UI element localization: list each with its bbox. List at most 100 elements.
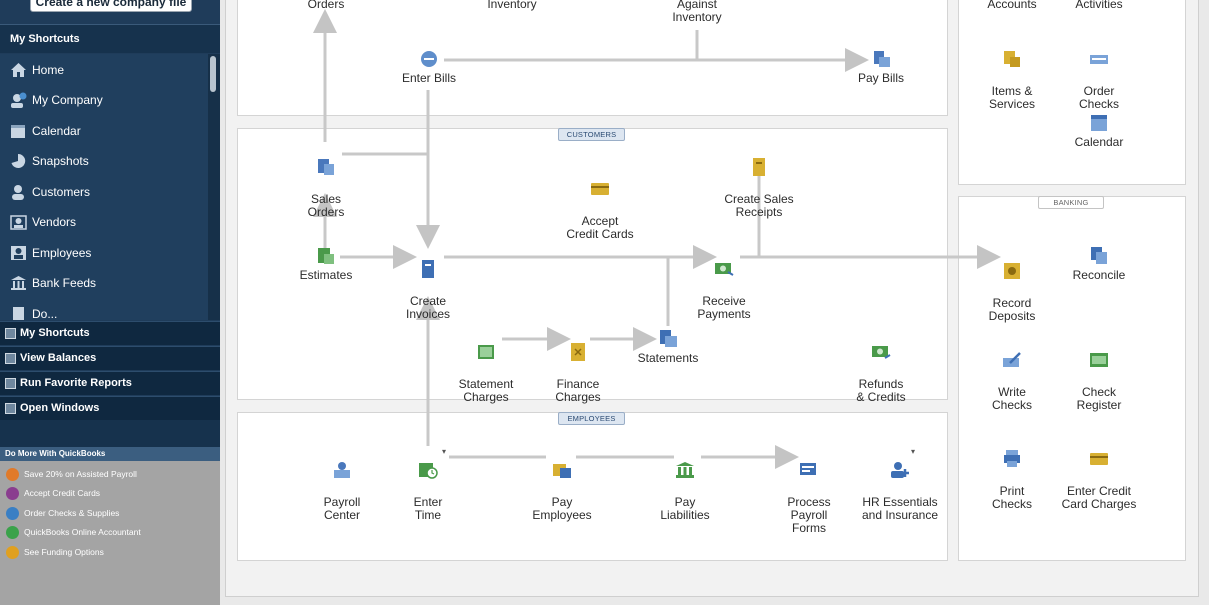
pay-bills-label: Pay Bills <box>857 71 904 85</box>
create-sales-receipts-label: Create Sales Receipts <box>724 192 794 219</box>
plus-icon <box>6 526 19 539</box>
refunds-credits-label: Refunds & Credits <box>856 377 906 404</box>
reconcile-button[interactable]: Reconcile <box>1061 247 1137 282</box>
section-view-balances[interactable]: View Balances <box>0 346 220 370</box>
calendar-button[interactable]: Calendar <box>1061 114 1137 149</box>
credit-card-icon <box>6 487 19 500</box>
payroll-center-button[interactable]: Payroll Center <box>302 448 382 522</box>
sidebar-item-bank-feeds[interactable]: Bank Feeds <box>0 268 208 298</box>
payroll-center-label: Payroll Center <box>323 495 361 522</box>
section-run-favorite-reports[interactable]: Run Favorite Reports <box>0 371 220 395</box>
write-checks-button[interactable]: Write Checks <box>974 338 1050 412</box>
accept-credit-cards-button[interactable]: Accept Credit Cards <box>550 167 650 241</box>
dollar-icon <box>6 546 19 559</box>
enter-time-icon <box>419 463 438 479</box>
payroll-forms-icon <box>800 463 816 475</box>
chart-of-accounts-label: Accounts <box>987 0 1037 11</box>
enter-time-dropdown-icon[interactable]: ▾ <box>442 447 446 456</box>
sales-receipt-icon <box>753 158 765 176</box>
enter-bills-button[interactable]: Enter Bills <box>390 50 468 85</box>
sidebar-item-label: Employees <box>32 246 92 260</box>
payroll-plus-icon <box>6 468 19 481</box>
finance-charges-button[interactable]: Finance Charges <box>538 330 618 404</box>
pay-employees-button[interactable]: Pay Employees <box>520 448 604 522</box>
check-register-label: Check Register <box>1076 385 1122 412</box>
sales-orders-icon <box>318 159 334 175</box>
sidebar-item-home[interactable]: Home <box>0 55 208 85</box>
check-register-icon <box>1090 353 1108 367</box>
receive-payments-button[interactable]: Receive Payments <box>682 247 766 321</box>
estimates-button[interactable]: Estimates <box>288 247 364 282</box>
snapshots-icon <box>11 153 26 168</box>
finance-charges-icon <box>571 343 585 361</box>
enter-time-button[interactable]: Enter Time <box>390 448 466 522</box>
section-open-windows[interactable]: Open Windows <box>0 396 220 420</box>
sidebar-item-employees[interactable]: Employees <box>0 238 208 268</box>
receive-inventory-button[interactable]: Inventory <box>470 0 554 11</box>
do-more-label: Save 20% on Assisted Payroll <box>24 469 137 479</box>
calendar-icon <box>11 125 25 138</box>
process-payroll-forms-label: Process Payroll Forms <box>787 495 831 535</box>
create-invoices-label: Create Invoices <box>405 294 451 321</box>
pay-liabilities-button[interactable]: Pay Liabilities <box>645 448 725 522</box>
estimates-label: Estimates <box>299 268 353 282</box>
record-deposits-button[interactable]: Record Deposits <box>974 249 1050 323</box>
create-sales-receipts-button[interactable]: Create Sales Receipts <box>710 145 808 219</box>
section-label: View Balances <box>20 352 97 364</box>
sidebar-item-snapshots[interactable]: Snapshots <box>0 146 208 176</box>
do-more-item-payroll[interactable]: Save 20% on Assisted Payroll <box>0 465 220 483</box>
order-checks-button[interactable]: Order Checks <box>1061 37 1137 111</box>
enter-credit-card-charges-button[interactable]: Enter Credit Card Charges <box>1056 437 1142 511</box>
section-my-shortcuts[interactable]: My Shortcuts <box>0 321 220 345</box>
record-deposits-label: Record Deposits <box>988 296 1036 323</box>
estimates-icon <box>318 248 334 264</box>
receive-inventory-label: Inventory <box>487 0 537 11</box>
do-more-label: Accept Credit Cards <box>24 488 101 498</box>
hr-essentials-button[interactable]: HR Essentials and Insurance <box>852 448 948 522</box>
reconcile-icon <box>1091 247 1107 264</box>
vendors-icon <box>10 215 27 230</box>
home-icon <box>11 63 26 77</box>
section-label: My Shortcuts <box>20 327 90 339</box>
check-register-button[interactable]: Check Register <box>1061 338 1137 412</box>
shortcut-scrollbar[interactable] <box>208 54 220 320</box>
sidebar-item-my-company[interactable]: My Company <box>0 85 208 115</box>
print-checks-button[interactable]: Print Checks <box>974 437 1050 511</box>
refunds-credits-button[interactable]: Refunds & Credits <box>840 330 922 404</box>
hr-dropdown-icon[interactable]: ▾ <box>911 447 915 456</box>
do-more-item-credit-cards[interactable]: Accept Credit Cards <box>0 484 220 502</box>
reconcile-label: Reconcile <box>1072 268 1126 282</box>
pay-employees-icon <box>553 464 571 478</box>
do-more-item-qbo-accountant[interactable]: QuickBooks Online Accountant <box>0 523 220 541</box>
enter-bills-against-inventory-button[interactable]: Against Inventory <box>657 0 737 24</box>
sidebar-item-vendors[interactable]: Vendors <box>0 207 208 237</box>
statement-charges-icon <box>478 345 494 359</box>
create-invoices-button[interactable]: Create Invoices <box>388 247 468 321</box>
sidebar-item-label: Snapshots <box>32 154 89 168</box>
sidebar-item-calendar[interactable]: Calendar <box>0 116 208 146</box>
docs-icon <box>13 307 24 320</box>
section-label: Run Favorite Reports <box>20 377 132 389</box>
purchase-orders-label: Orders <box>307 0 345 11</box>
do-more-item-order-checks[interactable]: Order Checks & Supplies <box>0 504 220 522</box>
statement-charges-button[interactable]: Statement Charges <box>445 330 527 404</box>
enter-time-label: Enter Time <box>413 495 443 522</box>
sidebar-item-docs[interactable]: Do... <box>0 299 208 320</box>
write-checks-label: Write Checks <box>991 385 1032 412</box>
enter-bills-against-label: Against Inventory <box>672 0 722 24</box>
do-more-list: Save 20% on Assisted Payroll Accept Cred… <box>0 461 220 605</box>
items-services-button[interactable]: Items & Services <box>974 37 1050 111</box>
sales-orders-button[interactable]: Sales Orders <box>290 145 362 219</box>
sidebar-item-customers[interactable]: Customers <box>0 177 208 207</box>
process-payroll-forms-button[interactable]: Process Payroll Forms <box>768 448 850 535</box>
purchase-orders-button[interactable]: Orders <box>290 0 362 11</box>
bank-feeds-icon <box>11 276 26 290</box>
statements-button[interactable]: Statements <box>630 330 706 365</box>
do-more-item-funding[interactable]: See Funding Options <box>0 543 220 561</box>
scrollbar-thumb[interactable] <box>210 56 216 92</box>
pay-bills-button[interactable]: Pay Bills <box>842 50 920 85</box>
chart-of-accounts-button[interactable]: Accounts <box>974 0 1050 11</box>
inventory-activities-button[interactable]: Activities <box>1061 0 1137 11</box>
record-deposits-icon <box>1004 263 1020 279</box>
create-company-file-button[interactable]: Create a new company file <box>30 0 192 12</box>
